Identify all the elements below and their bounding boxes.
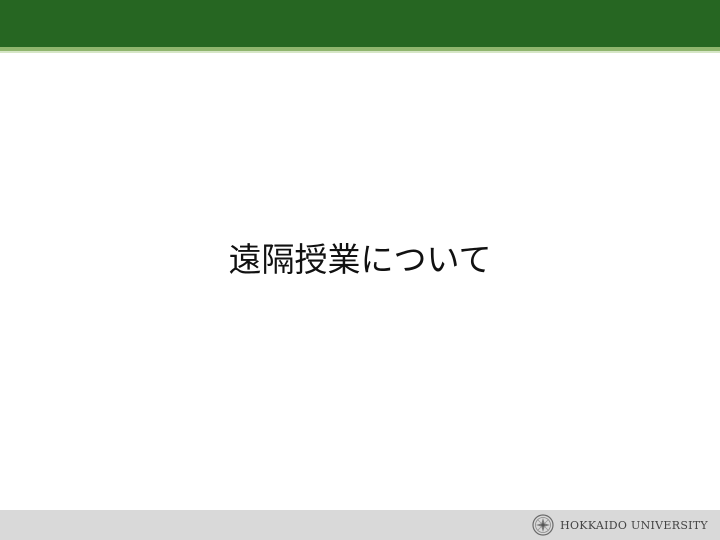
- university-logo: HOKKAIDO UNIVERSITY: [532, 513, 708, 537]
- footer-bar: HOKKAIDO UNIVERSITY: [0, 510, 720, 540]
- header-stripe-light: [0, 51, 720, 53]
- slide-title: 遠隔授業について: [228, 240, 492, 279]
- university-emblem-icon: [532, 514, 554, 536]
- university-name: HOKKAIDO UNIVERSITY: [560, 518, 708, 532]
- header-bar: [0, 0, 720, 47]
